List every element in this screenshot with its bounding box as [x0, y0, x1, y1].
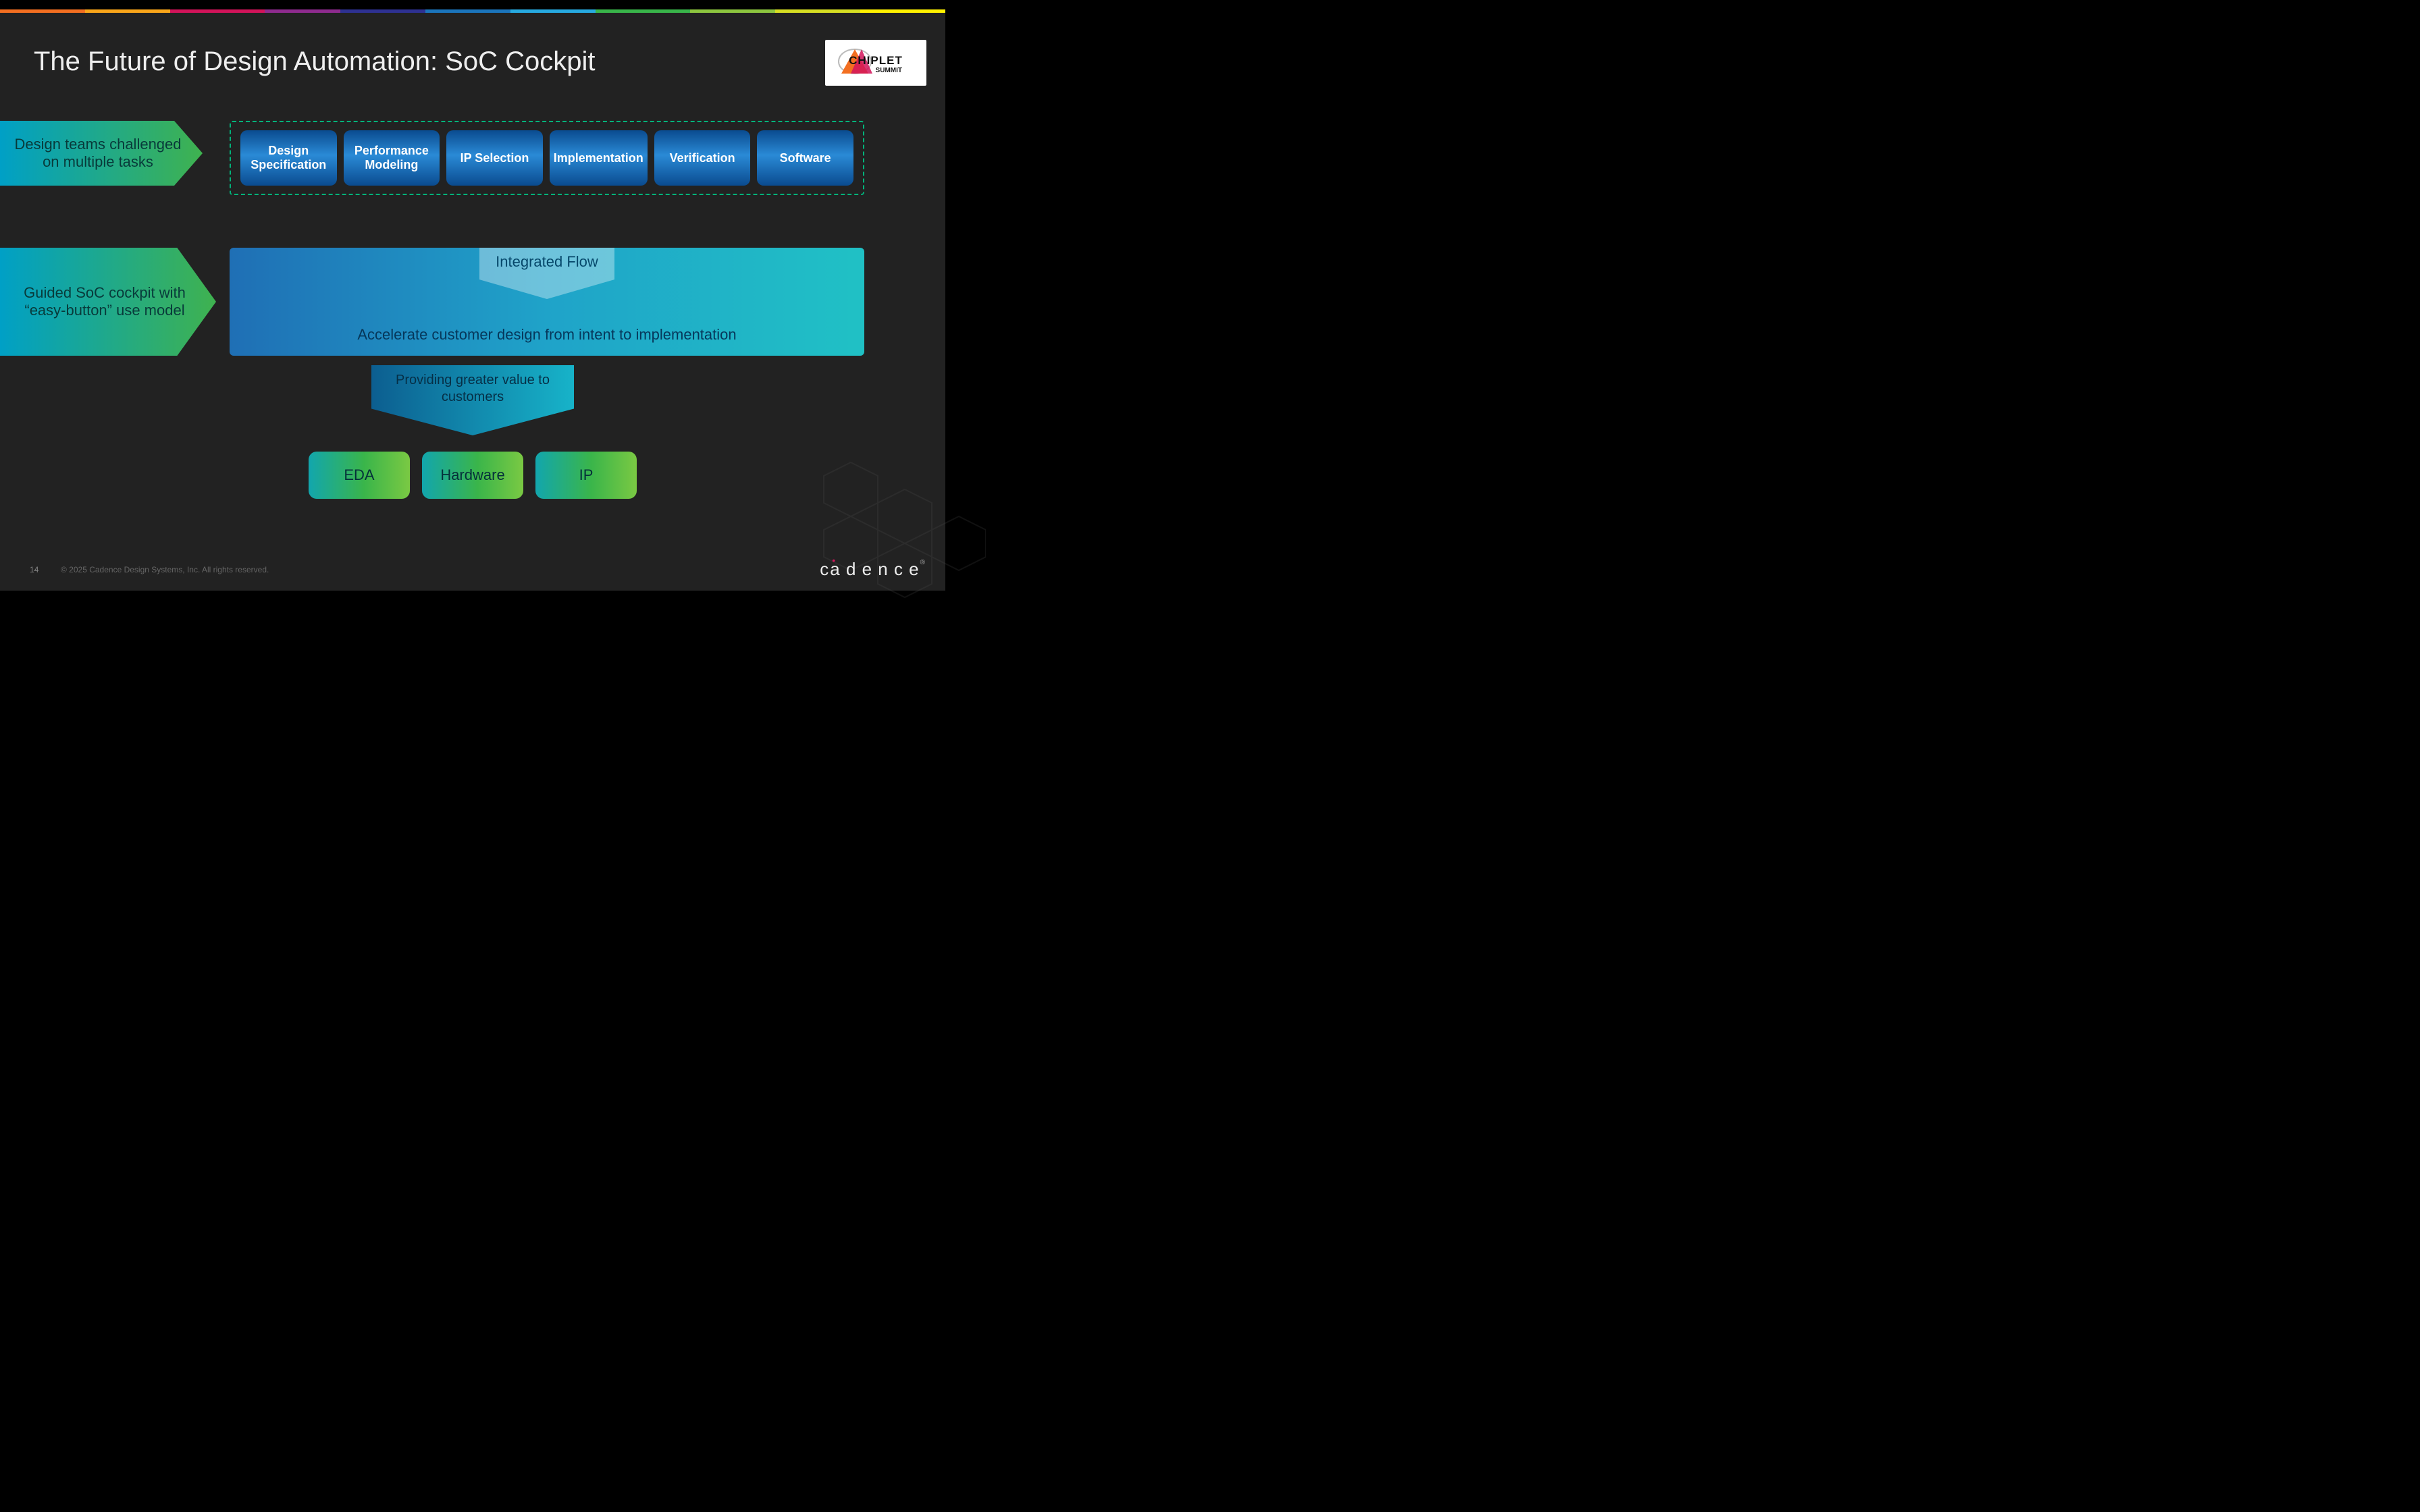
task-label: Verification [670, 151, 735, 165]
pill-hardware: Hardware [422, 452, 523, 499]
panel-caption: Accelerate customer design from intent t… [230, 326, 864, 344]
task-ip-selection: IP Selection [446, 130, 543, 186]
task-group: Design Specification Performance Modelin… [230, 121, 864, 195]
slide-body: The Future of Design Automation: SoC Coc… [0, 13, 945, 591]
callout-design-teams: Design teams challenged on multiple task… [0, 121, 203, 186]
value-arrow: Providing greater value to customers [371, 365, 574, 435]
page-number: 14 [30, 565, 38, 574]
task-verification: Verification [654, 130, 751, 186]
slide-title: The Future of Design Automation: SoC Coc… [34, 47, 596, 77]
task-label: Design Specification [244, 144, 333, 171]
task-label: Software [780, 151, 831, 165]
pill-label: EDA [344, 466, 374, 484]
task-software: Software [757, 130, 853, 186]
chiplet-summit-logo: CHIPLET SUMMIT [825, 40, 926, 86]
callout-guided-cockpit: Guided SoC cockpit with “easy-button” us… [0, 248, 216, 356]
chiplet-logo-text-2: SUMMIT [876, 67, 902, 74]
task-implementation: Implementation [550, 130, 648, 186]
task-label: Performance Modeling [348, 144, 436, 171]
pill-label: IP [579, 466, 594, 484]
pill-eda: EDA [309, 452, 410, 499]
integrated-flow-panel: Integrated Flow Accelerate customer desi… [230, 248, 864, 356]
pill-label: Hardware [440, 466, 504, 484]
integrated-flow-tab: Integrated Flow [479, 248, 614, 299]
cadence-logo: ca• d e n c e® [820, 559, 926, 580]
value-arrow-text: Providing greater value to customers [371, 372, 574, 406]
pill-row: EDA Hardware IP [309, 452, 637, 499]
task-label: IP Selection [461, 151, 529, 165]
pill-ip: IP [535, 452, 637, 499]
flow-tab-label: Integrated Flow [496, 253, 598, 299]
copyright: © 2025 Cadence Design Systems, Inc. All … [61, 565, 269, 574]
hex-decoration-icon [810, 442, 986, 618]
task-label: Implementation [554, 151, 643, 165]
task-design-spec: Design Specification [240, 130, 337, 186]
task-perf-modeling: Performance Modeling [344, 130, 440, 186]
chiplet-logo-text-1: CHIPLET [849, 54, 903, 67]
callout-text: Guided SoC cockpit with “easy-button” us… [7, 284, 203, 319]
callout-text: Design teams challenged on multiple task… [7, 136, 189, 171]
